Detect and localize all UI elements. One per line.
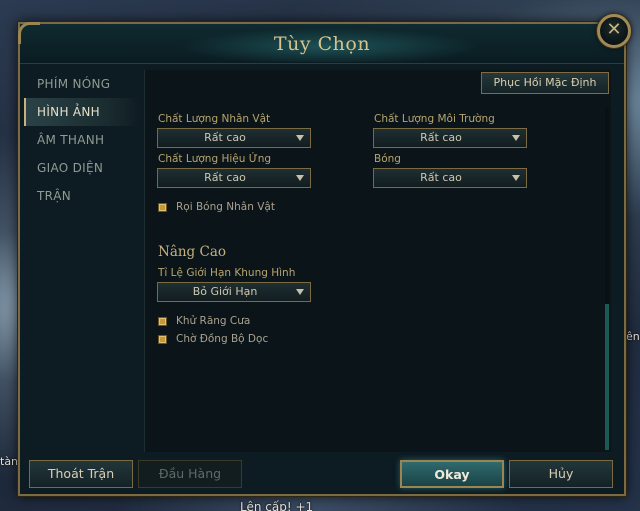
- frame-rate-cap-dropdown[interactable]: Bỏ Giới Hạn: [157, 282, 311, 302]
- title-bar: Tùy Chọn: [20, 24, 624, 64]
- character-quality-value: Rất cao: [204, 131, 246, 144]
- character-quality-label: Chất Lượng Nhân Vật: [158, 113, 271, 125]
- anti-aliasing-checkbox[interactable]: [158, 317, 167, 326]
- background-text-left: tàn: [0, 455, 19, 468]
- effects-quality-label: Chất Lượng Hiệu Ứng: [158, 153, 272, 165]
- exit-game-button[interactable]: Thoát Trận: [29, 460, 133, 488]
- frame-rate-cap-value: Bỏ Giới Hạn: [192, 285, 258, 298]
- cancel-button[interactable]: Hủy: [509, 460, 613, 488]
- background-text-right: ên: [626, 330, 640, 343]
- shadows-value: Rất cao: [420, 171, 462, 184]
- shadows-label: Bóng: [374, 153, 401, 165]
- level-up-notification: Lên cấp! +1: [240, 500, 314, 511]
- scrollbar-thumb[interactable]: [605, 304, 609, 450]
- sidebar: PHÍM NÓNG HÌNH ẢNH ÂM THANH GIAO DIỆN TR…: [24, 70, 142, 210]
- okay-button[interactable]: Okay: [400, 460, 504, 488]
- sidebar-item-hotkeys[interactable]: PHÍM NÓNG: [24, 70, 142, 98]
- surrender-button[interactable]: Đầu Hàng: [138, 460, 242, 488]
- shadows-dropdown[interactable]: Rất cao: [373, 168, 527, 188]
- chevron-down-icon: [296, 175, 304, 181]
- corner-ornament: [18, 22, 40, 44]
- vsync-checkbox[interactable]: [158, 335, 167, 344]
- advanced-heading: Nâng Cao: [158, 244, 226, 260]
- character-shadows-label: Rọi Bóng Nhân Vật: [176, 201, 275, 213]
- vsync-label: Chờ Đồng Bộ Dọc: [176, 333, 269, 345]
- chevron-down-icon: [512, 175, 520, 181]
- environment-quality-value: Rất cao: [420, 131, 462, 144]
- chevron-down-icon: [512, 135, 520, 141]
- sidebar-item-game[interactable]: TRẬN: [24, 182, 142, 210]
- environment-quality-dropdown[interactable]: Rất cao: [373, 128, 527, 148]
- options-window: Tùy Chọn PHÍM NÓNG HÌNH ẢNH ÂM THANH GIA…: [18, 22, 626, 496]
- frame-rate-cap-label: Tỉ Lệ Giới Hạn Khung Hình: [158, 267, 296, 279]
- chevron-down-icon: [296, 135, 304, 141]
- sidebar-item-interface[interactable]: GIAO DIỆN: [24, 154, 142, 182]
- chevron-down-icon: [296, 289, 304, 295]
- effects-quality-value: Rất cao: [204, 171, 246, 184]
- close-icon[interactable]: ✕: [597, 14, 631, 48]
- environment-quality-label: Chất Lượng Môi Trường: [374, 113, 495, 125]
- character-shadows-checkbox[interactable]: [158, 203, 167, 212]
- sidebar-item-sound[interactable]: ÂM THANH: [24, 126, 142, 154]
- character-quality-dropdown[interactable]: Rất cao: [157, 128, 311, 148]
- effects-quality-dropdown[interactable]: Rất cao: [157, 168, 311, 188]
- scrollbar[interactable]: [605, 108, 609, 450]
- restore-defaults-button[interactable]: Phục Hồi Mặc Định: [481, 72, 609, 94]
- window-title: Tùy Chọn: [273, 33, 371, 55]
- anti-aliasing-label: Khử Răng Cưa: [176, 315, 251, 327]
- sidebar-item-video[interactable]: HÌNH ẢNH: [24, 98, 142, 126]
